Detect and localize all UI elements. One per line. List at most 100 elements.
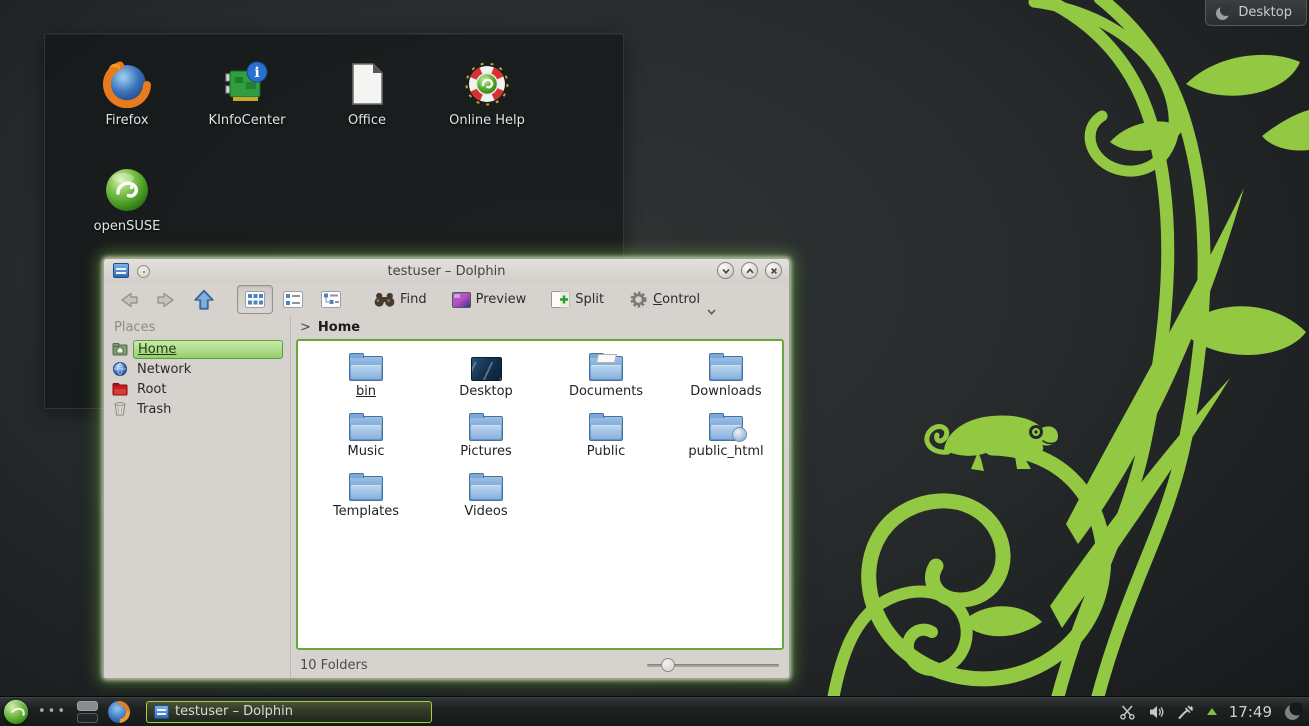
folder-label: Videos: [464, 504, 507, 519]
desktop-pager[interactable]: [77, 701, 98, 723]
view-mode-group: [237, 285, 349, 314]
clock[interactable]: 17:49: [1229, 703, 1272, 721]
compact-view-button[interactable]: [275, 285, 311, 314]
desktop-icon-label: Office: [348, 113, 386, 128]
toolbar: Find Preview Split: [104, 283, 789, 316]
globe-icon: [732, 427, 747, 442]
desktop-icon-online-help[interactable]: Online Help: [427, 60, 547, 166]
folder-label: Public: [587, 444, 625, 459]
compact-view-icon: [283, 291, 303, 308]
icons-view-icon: [245, 291, 265, 308]
desktop-icon-grid: Firefox i KInfoCenter: [45, 34, 567, 272]
breadcrumb-chevron-icon: >: [300, 320, 311, 335]
slider-handle[interactable]: [661, 658, 675, 672]
close-button[interactable]: [765, 262, 782, 279]
dolphin-window: testuser – Dolphin: [103, 258, 790, 679]
network-globe-icon: [112, 361, 128, 377]
folder-item[interactable]: Music: [306, 413, 426, 473]
back-button[interactable]: [112, 288, 146, 312]
office-document-icon: [343, 60, 391, 108]
find-label: Find: [400, 292, 427, 307]
desktop-icon-label: Firefox: [105, 113, 148, 128]
folder-item[interactable]: Desktop: [426, 353, 546, 413]
folder-label: Pictures: [460, 444, 511, 459]
application-launcher-button[interactable]: [4, 700, 28, 724]
task-label: testuser – Dolphin: [175, 704, 293, 719]
folder-label: bin: [356, 384, 376, 399]
folder-label: Downloads: [690, 384, 761, 399]
tray-expand-icon[interactable]: [1207, 708, 1217, 715]
taskbar-left: ••• testuser – Dolphin: [0, 700, 432, 724]
places-header: Places: [104, 316, 290, 339]
binoculars-icon: [374, 292, 395, 307]
device-notifier-icon[interactable]: [1177, 704, 1195, 720]
folder-icon: [349, 476, 383, 501]
pager-desktop-1[interactable]: [77, 701, 98, 711]
folder-view-pane: > Home bin Desktop: [291, 316, 789, 678]
breadcrumb-current[interactable]: Home: [318, 320, 360, 335]
control-label: Control: [653, 292, 700, 307]
lifebuoy-help-icon: [463, 60, 511, 108]
places-panel: Places Home: [104, 316, 291, 678]
breadcrumb[interactable]: > Home: [291, 316, 789, 339]
trash-icon: [112, 401, 128, 417]
folder-item[interactable]: Public: [546, 413, 666, 473]
folder-item[interactable]: Pictures: [426, 413, 546, 473]
folder-view[interactable]: bin Desktop Documents Downloads: [296, 339, 784, 650]
panel-cashew-icon[interactable]: [1284, 703, 1302, 721]
desktop-icon-firefox[interactable]: Firefox: [67, 60, 187, 166]
home-folder-icon: [112, 341, 128, 357]
desktop-toolbox[interactable]: Desktop: [1205, 0, 1307, 26]
volume-speaker-icon[interactable]: [1148, 704, 1165, 720]
kinfocenter-icon: i: [223, 60, 271, 108]
place-trash[interactable]: Trash: [104, 399, 290, 419]
maximize-button[interactable]: [741, 262, 758, 279]
activity-dots-icon[interactable]: •••: [38, 705, 67, 718]
folder-item[interactable]: Templates: [306, 473, 426, 533]
klipper-scissors-icon[interactable]: [1119, 704, 1136, 720]
folder-label: Music: [348, 444, 385, 459]
place-label: Root: [133, 381, 170, 398]
window-title: testuser – Dolphin: [387, 264, 505, 279]
documents-folder-icon: [589, 356, 623, 381]
folder-item[interactable]: public_html: [666, 413, 784, 473]
place-label: Home: [133, 340, 283, 359]
firefox-launcher-icon[interactable]: [108, 701, 130, 723]
place-network[interactable]: Network: [104, 359, 290, 379]
pager-desktop-2[interactable]: [77, 713, 98, 723]
opensuse-geeko-icon: [103, 166, 151, 214]
titlebar[interactable]: testuser – Dolphin: [104, 259, 789, 283]
close-icon: [769, 266, 779, 276]
folder-item[interactable]: bin: [306, 353, 426, 413]
desktop-icon-kinfocenter[interactable]: i KInfoCenter: [187, 60, 307, 166]
task-button-dolphin[interactable]: testuser – Dolphin: [146, 701, 432, 723]
minimize-button[interactable]: [717, 262, 734, 279]
details-view-button[interactable]: [313, 285, 349, 314]
dolphin-task-icon: [154, 705, 169, 719]
up-button[interactable]: [186, 286, 222, 314]
forward-arrow-icon: [155, 290, 177, 310]
details-view-icon: [321, 291, 341, 308]
desktop-icon-office[interactable]: Office: [307, 60, 427, 166]
status-bar: 10 Folders: [291, 652, 789, 678]
icon-zoom-slider[interactable]: [647, 658, 779, 672]
dolphin-window-icon: [113, 263, 129, 278]
folder-item[interactable]: Videos: [426, 473, 546, 533]
forward-button[interactable]: [149, 288, 183, 312]
place-root[interactable]: Root: [104, 379, 290, 399]
window-menu-button[interactable]: [137, 265, 150, 278]
desktop-icon-opensuse[interactable]: openSUSE: [67, 166, 187, 272]
folder-item[interactable]: Downloads: [666, 353, 784, 413]
desktop-folder-icon: [471, 357, 502, 381]
control-button[interactable]: Control: [623, 288, 722, 311]
find-button[interactable]: Find: [368, 290, 433, 309]
chevron-down-icon: [707, 309, 716, 315]
place-home[interactable]: Home: [104, 339, 290, 359]
split-button[interactable]: Split: [545, 289, 610, 310]
desktop-icon-label: KInfoCenter: [209, 113, 286, 128]
icons-view-button[interactable]: [237, 285, 273, 314]
folder-item[interactable]: Documents: [546, 353, 666, 413]
preview-label: Preview: [476, 292, 527, 307]
preview-button[interactable]: Preview: [446, 290, 533, 310]
gear-icon: [629, 290, 648, 309]
